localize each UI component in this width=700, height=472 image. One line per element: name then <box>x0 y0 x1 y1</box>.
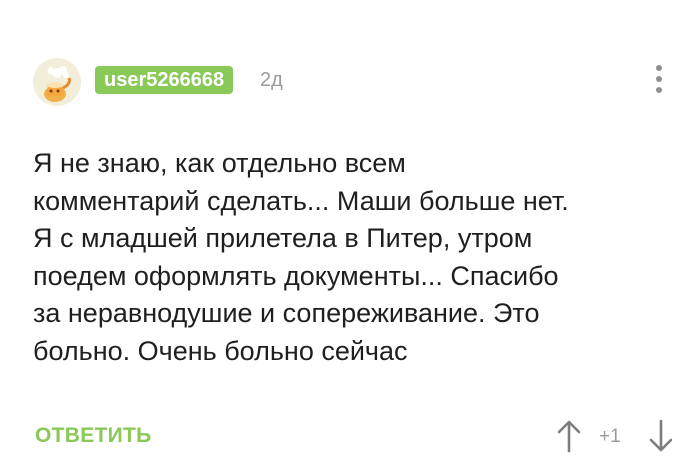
menu-dot <box>656 87 662 93</box>
comment-footer: ОТВЕТИТЬ +1 <box>33 418 673 454</box>
more-vertical-icon[interactable] <box>651 62 667 98</box>
author-name[interactable]: user5266668 <box>95 66 234 94</box>
arrow-down-icon <box>649 419 673 452</box>
arrow-up-icon <box>557 420 581 453</box>
comment-header: user5266668 2д <box>33 58 667 106</box>
comment-text: Я не знаю, как отдельно всем комментарий… <box>33 145 673 370</box>
comment-text-line: за неравнодушие и сопереживание. Это <box>33 298 540 328</box>
avatar[interactable] <box>33 58 81 106</box>
comment-text-line: поедем оформлять документы... Спасибо <box>33 260 559 291</box>
menu-dot <box>656 76 662 82</box>
comment-text-line: комментарий сделать... Маши больше нет. <box>33 185 569 216</box>
vote-up-button[interactable] <box>555 418 583 454</box>
teapot-avatar-icon <box>33 58 81 106</box>
comment: user5266668 2д Я не знаю, как отдельно в… <box>0 0 700 472</box>
menu-dot <box>656 65 662 71</box>
comment-text-line: Я с младшей прилетела в Питер, утром <box>33 223 533 253</box>
rating-count: +1 <box>599 426 621 447</box>
reply-button[interactable]: ОТВЕТИТЬ <box>35 424 152 448</box>
comment-text-line: больно. Очень больно сейчас <box>33 335 408 366</box>
comment-text-line: Я не знаю, как отдельно всем <box>33 148 406 178</box>
comment-time: 2д <box>260 69 283 91</box>
vote-down-button[interactable] <box>647 418 675 454</box>
